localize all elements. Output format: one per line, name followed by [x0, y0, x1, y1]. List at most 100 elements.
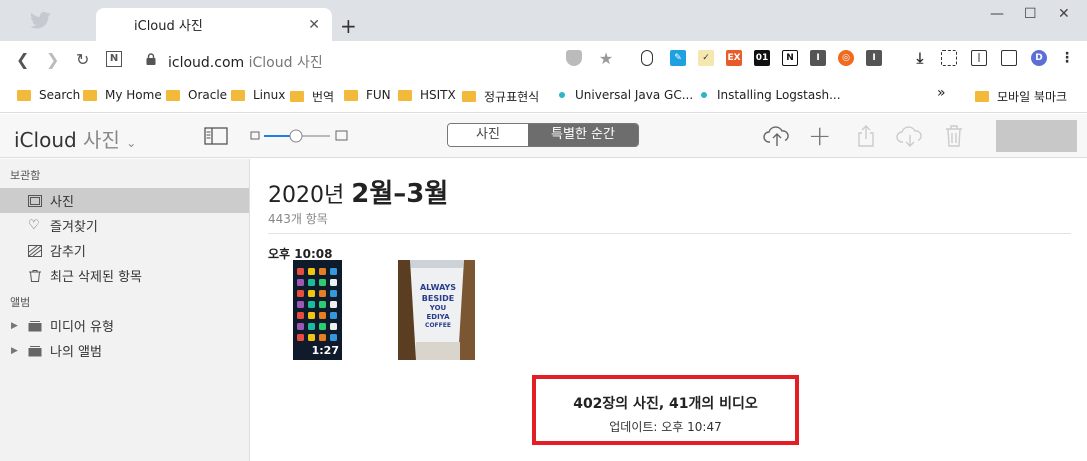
tab-moments[interactable]: 특별한 순간 — [528, 124, 638, 146]
folder-icon — [462, 91, 476, 102]
disclosure-triangle-icon[interactable]: ▶ — [11, 321, 18, 331]
tab-photos[interactable]: 사진 — [448, 124, 528, 146]
profile-avatar[interactable]: D — [1031, 50, 1047, 66]
share-icon[interactable] — [856, 124, 876, 148]
bookmark-logstash[interactable]: Installing Logstash... — [701, 88, 841, 102]
bookmark-translate[interactable]: 번역 — [290, 88, 334, 105]
folder-icon — [166, 89, 180, 101]
bookmarks-overflow[interactable]: » — [937, 85, 946, 101]
zoom-slider[interactable] — [250, 128, 350, 144]
heart-icon: ♡ — [28, 217, 40, 233]
svg-text:YOU: YOU — [429, 304, 447, 312]
app-icon-tile — [330, 290, 337, 297]
upload-cloud-icon[interactable] — [763, 124, 791, 148]
svg-text:ALWAYS: ALWAYS — [420, 283, 456, 292]
photo-thumbnail[interactable]: ALWAYS BESIDE YOU EDIYA COFFEE — [398, 260, 475, 360]
browser-tab[interactable]: iCloud 사진 ✕ — [96, 8, 332, 41]
sidebar-item-my-albums[interactable]: ▶ 나의 앨범 — [0, 338, 249, 363]
album-stack-icon — [28, 320, 42, 331]
bookmark-search[interactable]: Search — [17, 88, 80, 102]
folder-icon — [975, 91, 989, 102]
account-button[interactable] — [996, 120, 1077, 152]
minimize-button[interactable]: — — [990, 6, 1004, 22]
app-icon-tile — [297, 301, 304, 308]
disclosure-triangle-icon[interactable]: ▶ — [11, 346, 18, 356]
browser-toolbar: ❮ ❯ ↻ N icloud.com iCloud 사진 ★ ✎ ✓ EX 01… — [0, 41, 1087, 79]
app-icon-tile — [319, 312, 326, 319]
bookmark-linux[interactable]: Linux — [231, 88, 285, 102]
app-icon-tile — [330, 279, 337, 286]
address-bar[interactable]: icloud.com iCloud 사진 — [168, 52, 323, 72]
reload-icon[interactable]: ↻ — [76, 50, 89, 69]
maximize-button[interactable]: ☐ — [1024, 6, 1037, 22]
pen-icon[interactable]: ✎ — [670, 50, 686, 66]
hidden-icon — [28, 244, 42, 257]
site-dot-icon — [559, 92, 565, 98]
sidebar: 보관함 사진 ♡ 즐겨찾기 감추기 최근 삭제된 항목 앨범 ▶ 미디어 유형 … — [0, 159, 250, 461]
mouse-icon[interactable] — [641, 50, 653, 66]
library-summary: 402장의 사진, 41개의 비디오 업데이트: 오후 10:47 — [532, 375, 799, 445]
bookmark-oracle[interactable]: Oracle — [166, 88, 227, 102]
chevron-down-icon: ⌄ — [126, 136, 137, 150]
app-icon-tile — [319, 301, 326, 308]
sidebar-item-favorites[interactable]: ♡ 즐겨찾기 — [0, 213, 249, 238]
capture-icon[interactable] — [941, 50, 957, 66]
sidebar-item-photos[interactable]: 사진 — [0, 188, 249, 213]
app-icon-tile — [330, 268, 337, 275]
video-thumbnail[interactable]: 1:27 — [293, 260, 342, 360]
sidebar-item-recently-deleted[interactable]: 최근 삭제된 항목 — [0, 263, 249, 288]
app-icon-tile — [319, 334, 326, 341]
bookmark-regex[interactable]: 정규표현식 — [462, 88, 539, 105]
view-segmented-control[interactable]: 사진 특별한 순간 — [447, 123, 639, 147]
app-icon-tile — [308, 290, 315, 297]
close-window-button[interactable]: ✕ — [1058, 6, 1070, 22]
app-icon-tile — [297, 268, 304, 275]
sidebar-item-media-types[interactable]: ▶ 미디어 유형 — [0, 313, 249, 338]
svg-text:BESIDE: BESIDE — [422, 294, 454, 303]
notion-icon[interactable]: N — [782, 50, 798, 66]
album-stack-icon — [28, 345, 42, 356]
tab-title: iCloud 사진 — [134, 19, 203, 34]
app-icon-tile — [319, 290, 326, 297]
ex-icon[interactable]: EX — [726, 50, 742, 66]
moment-date-title: 2020년 2월–3월 — [268, 179, 449, 209]
download-cloud-icon[interactable] — [896, 124, 924, 148]
sidebar-item-hidden[interactable]: 감추기 — [0, 238, 249, 263]
chart-icon[interactable]: ✓ — [698, 50, 714, 66]
bookmark-java-gc[interactable]: Universal Java GC... — [559, 88, 693, 102]
item-count: 443개 항목 — [268, 212, 328, 226]
notion-home-icon[interactable]: N — [106, 51, 122, 67]
app-icon-tile — [330, 323, 337, 330]
forward-icon[interactable]: ❯ — [46, 50, 59, 69]
download-icon[interactable]: ⤓ — [912, 49, 928, 67]
sidebar-icon[interactable] — [1001, 50, 1017, 66]
sidebar-toggle-icon[interactable] — [204, 127, 228, 145]
lifebuoy-icon[interactable]: ◎ — [838, 50, 854, 66]
bookmark-hsitx[interactable]: HSITX — [398, 88, 456, 102]
app-brand[interactable]: iCloud 사진 ⌄ — [14, 124, 136, 153]
trash-icon[interactable] — [944, 124, 964, 148]
browser-titlebar: iCloud 사진 ✕ + — ☐ ✕ — [0, 0, 1087, 41]
app-icon-tile — [308, 312, 315, 319]
moments-view: 2020년 2월–3월 443개 항목 오후 10:08 1:27 ALWAYS… — [251, 159, 1087, 461]
add-icon[interactable]: + — [808, 119, 831, 152]
new-tab-button[interactable]: + — [340, 14, 357, 38]
bookmark-my-home[interactable]: My Home — [83, 88, 162, 102]
close-tab-icon[interactable]: ✕ — [308, 17, 320, 33]
01-icon[interactable]: 01 — [754, 50, 770, 66]
bookmark-fun[interactable]: FUN — [344, 88, 391, 102]
menu-icon[interactable]: ⋮ — [1059, 50, 1075, 66]
reader-icon[interactable]: | — [971, 50, 987, 66]
app-icon-tile — [319, 268, 326, 275]
coffee-cup-image: ALWAYS BESIDE YOU EDIYA COFFEE — [398, 260, 475, 360]
folder-icon — [83, 89, 97, 101]
i-icon[interactable]: I — [810, 50, 826, 66]
bookmark-mobile[interactable]: 모바일 북마크 — [975, 88, 1067, 105]
bookmarks-bar: Search My Home Oracle Linux 번역 FUN HSITX… — [0, 79, 1087, 113]
app-icon-tile — [297, 279, 304, 286]
back-icon[interactable]: ❮ — [16, 50, 29, 69]
i-icon-2[interactable]: I — [866, 50, 882, 66]
shield-icon[interactable] — [566, 50, 582, 66]
star-icon[interactable]: ★ — [598, 49, 614, 68]
app-icon-tile — [319, 323, 326, 330]
